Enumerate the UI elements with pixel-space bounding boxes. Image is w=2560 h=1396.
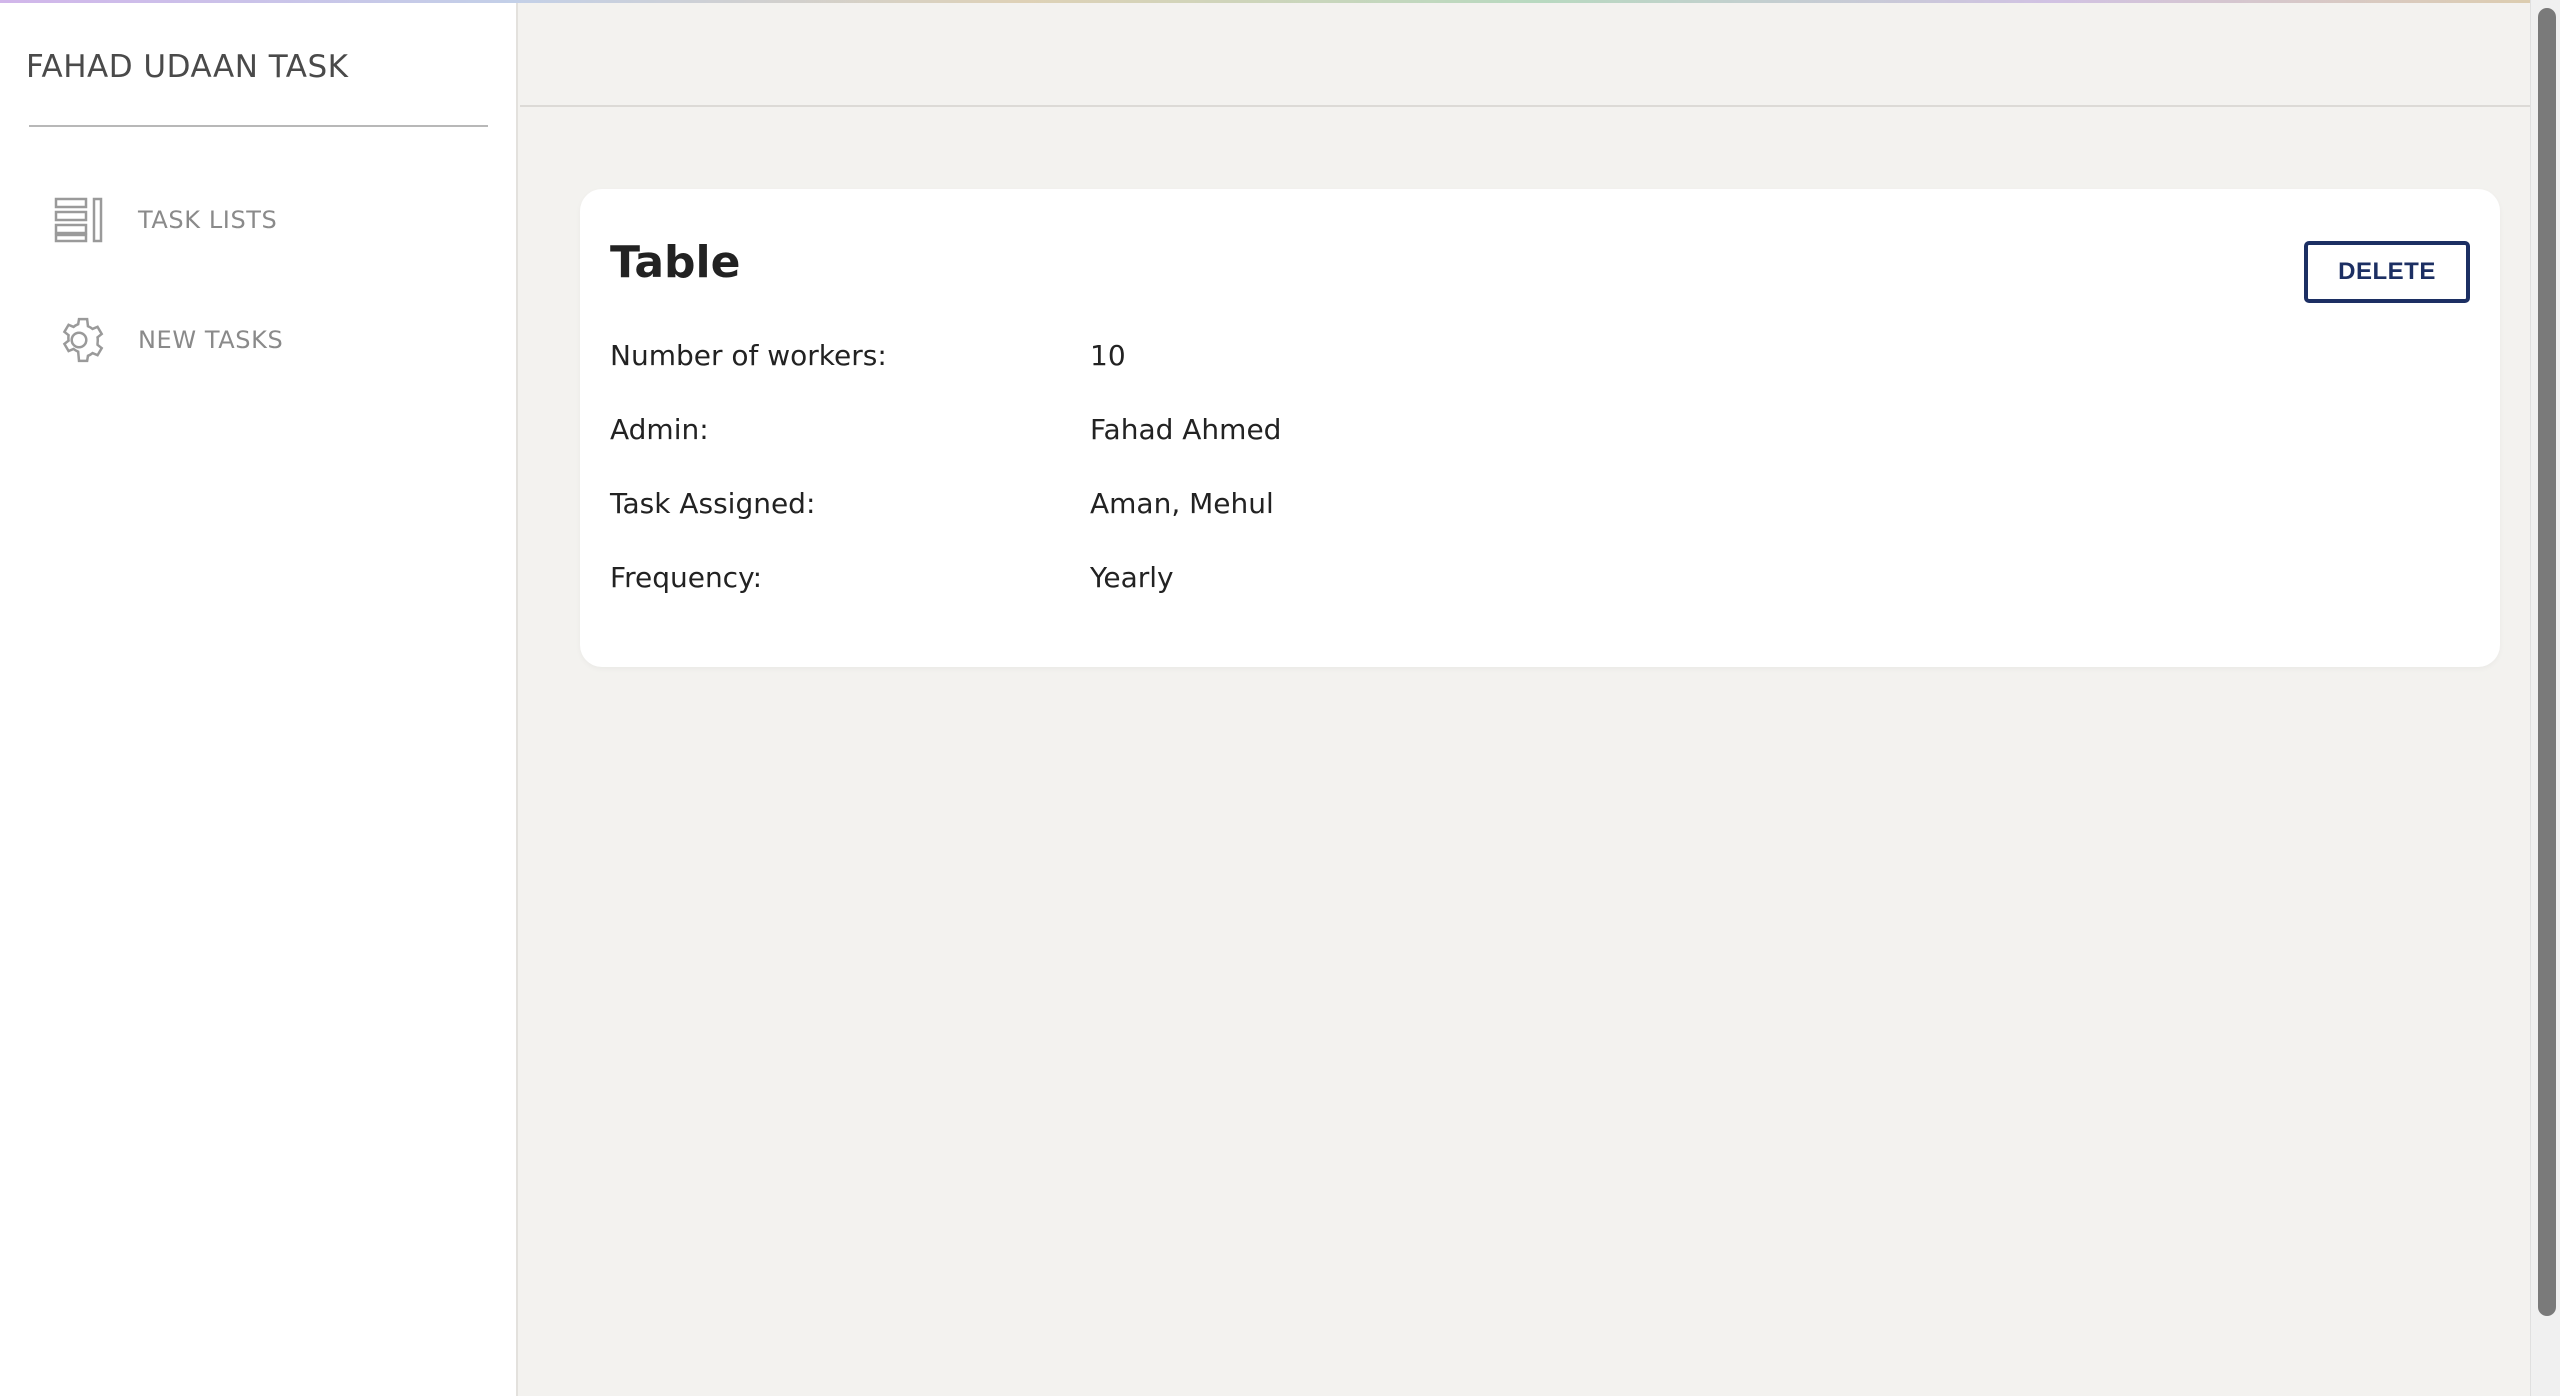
- scrollbar-thumb[interactable]: [2538, 8, 2556, 1316]
- sidebar-item-label: TASK LISTS: [138, 206, 278, 234]
- details-list: Number of workers: 10 Admin: Fahad Ahmed…: [610, 339, 2410, 635]
- detail-label: Admin:: [610, 413, 709, 446]
- sidebar-item-label: NEW TASKS: [138, 326, 284, 354]
- sidebar: FAHAD UDAAN TASK TASK LISTS NEW TASKS: [0, 3, 518, 1396]
- detail-row-workers: Number of workers: 10: [610, 339, 2410, 413]
- detail-value: Yearly: [1090, 561, 1174, 594]
- app-root: FAHAD UDAAN TASK TASK LISTS NEW TASKS Ta…: [0, 0, 2560, 1396]
- detail-label: Frequency:: [610, 561, 763, 594]
- brand-divider: [29, 125, 488, 127]
- detail-row-admin: Admin: Fahad Ahmed: [610, 413, 2410, 487]
- vertical-scrollbar[interactable]: [2530, 0, 2560, 1396]
- detail-label: Number of workers:: [610, 339, 887, 372]
- gear-icon: [48, 309, 110, 371]
- sidebar-item-task-lists[interactable]: TASK LISTS: [48, 180, 478, 260]
- brand-title: FAHAD UDAAN TASK: [26, 49, 349, 85]
- detail-value: Aman, Mehul: [1090, 487, 1274, 520]
- detail-value: Fahad Ahmed: [1090, 413, 1282, 446]
- main-area: Table DELETE Number of workers: 10 Admin…: [520, 3, 2530, 1396]
- detail-row-frequency: Frequency: Yearly: [610, 561, 2410, 635]
- detail-row-task-assigned: Task Assigned: Aman, Mehul: [610, 487, 2410, 561]
- delete-button[interactable]: DELETE: [2304, 241, 2470, 303]
- detail-value: 10: [1090, 339, 1126, 372]
- list-icon: [48, 189, 110, 251]
- header-bar: [520, 3, 2530, 107]
- sidebar-item-new-tasks[interactable]: NEW TASKS: [48, 300, 478, 380]
- task-card: Table DELETE Number of workers: 10 Admin…: [580, 189, 2500, 667]
- detail-label: Task Assigned:: [610, 487, 816, 520]
- card-title: Table: [610, 237, 741, 288]
